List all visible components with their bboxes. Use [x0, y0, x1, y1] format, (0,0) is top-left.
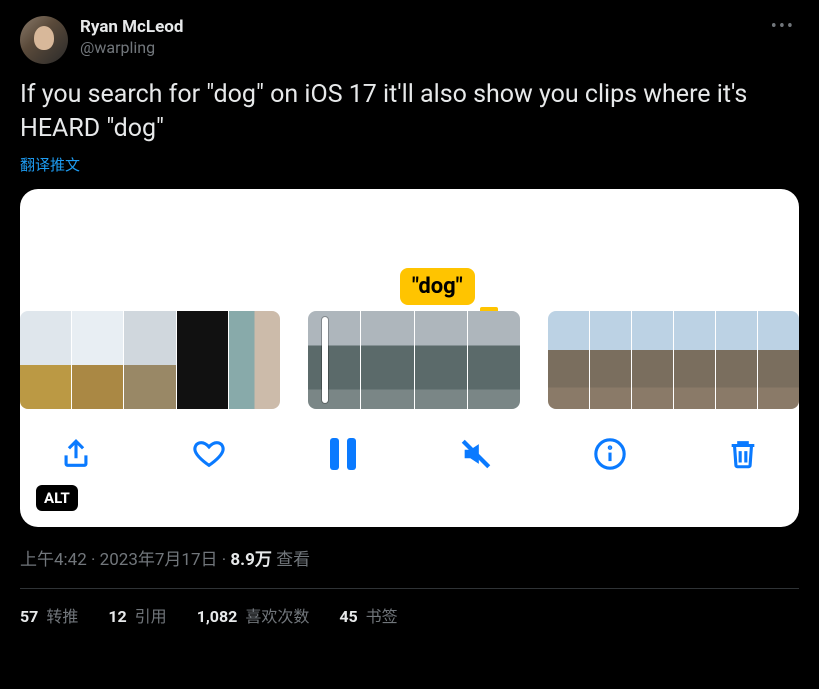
- views-count: 8.9万: [230, 550, 271, 570]
- caption-bubble: "dog": [400, 268, 475, 305]
- info-icon: [593, 437, 627, 471]
- translate-link[interactable]: 翻译推文: [20, 154, 80, 175]
- clip-frame: [20, 311, 71, 409]
- tweet-date[interactable]: 2023年7月17日: [100, 550, 218, 570]
- stats-row: 57 转推 12 引用 1,082 喜欢次数 45 书签: [20, 603, 799, 627]
- pause-button[interactable]: [323, 434, 363, 474]
- clip-frame: [177, 311, 228, 409]
- mute-button[interactable]: [456, 434, 496, 474]
- clip-group[interactable]: [548, 311, 799, 409]
- tweet-time[interactable]: 上午4:42: [20, 550, 87, 570]
- clip-frame: [308, 311, 360, 409]
- clip-frame: [590, 311, 631, 409]
- clip-frame: [548, 311, 589, 409]
- playhead[interactable]: [322, 317, 328, 403]
- display-name[interactable]: Ryan McLeod: [80, 16, 755, 38]
- share-button[interactable]: [56, 434, 96, 474]
- clip-frame: [415, 311, 467, 409]
- media-toolbar: [20, 409, 799, 499]
- clip-frame: [674, 311, 715, 409]
- clip-frame: [632, 311, 673, 409]
- more-options-button[interactable]: •••: [767, 16, 799, 37]
- quotes-stat[interactable]: 12 引用: [108, 603, 166, 627]
- meta-row: 上午4:42 · 2023年7月17日 · 8.9万 查看: [20, 545, 799, 570]
- delete-button[interactable]: [723, 434, 763, 474]
- clip-group[interactable]: [20, 311, 280, 409]
- handle[interactable]: @warpling: [80, 38, 755, 59]
- avatar[interactable]: [20, 16, 68, 64]
- heart-icon: [192, 437, 226, 471]
- clip-frame: [716, 311, 757, 409]
- media-card[interactable]: "dog": [20, 189, 799, 527]
- divider: [20, 588, 799, 589]
- favorite-button[interactable]: [189, 434, 229, 474]
- alt-badge[interactable]: ALT: [36, 485, 78, 511]
- retweets-stat[interactable]: 57 转推: [20, 603, 78, 627]
- bookmarks-stat[interactable]: 45 书签: [339, 603, 397, 627]
- tweet-container: Ryan McLeod @warpling ••• If you search …: [0, 0, 819, 643]
- info-button[interactable]: [590, 434, 630, 474]
- clip-frame: [468, 311, 520, 409]
- pause-icon: [330, 438, 356, 470]
- clip-frame: [758, 311, 799, 409]
- trash-icon: [726, 437, 760, 471]
- clip-frame: [72, 311, 123, 409]
- clip-group[interactable]: [308, 311, 520, 409]
- clip-frame: [229, 311, 280, 409]
- clip-frame: [124, 311, 175, 409]
- caption-area: "dog": [20, 189, 799, 311]
- speaker-muted-icon: [459, 437, 493, 471]
- tweet-header: Ryan McLeod @warpling •••: [20, 16, 799, 64]
- user-info: Ryan McLeod @warpling: [80, 16, 755, 59]
- share-icon: [59, 437, 93, 471]
- tweet-text: If you search for "dog" on iOS 17 it'll …: [20, 78, 799, 146]
- clip-frame: [361, 311, 413, 409]
- likes-stat[interactable]: 1,082 喜欢次数: [197, 603, 310, 627]
- clip-timeline[interactable]: [20, 311, 799, 409]
- views-label: 查看: [272, 550, 310, 570]
